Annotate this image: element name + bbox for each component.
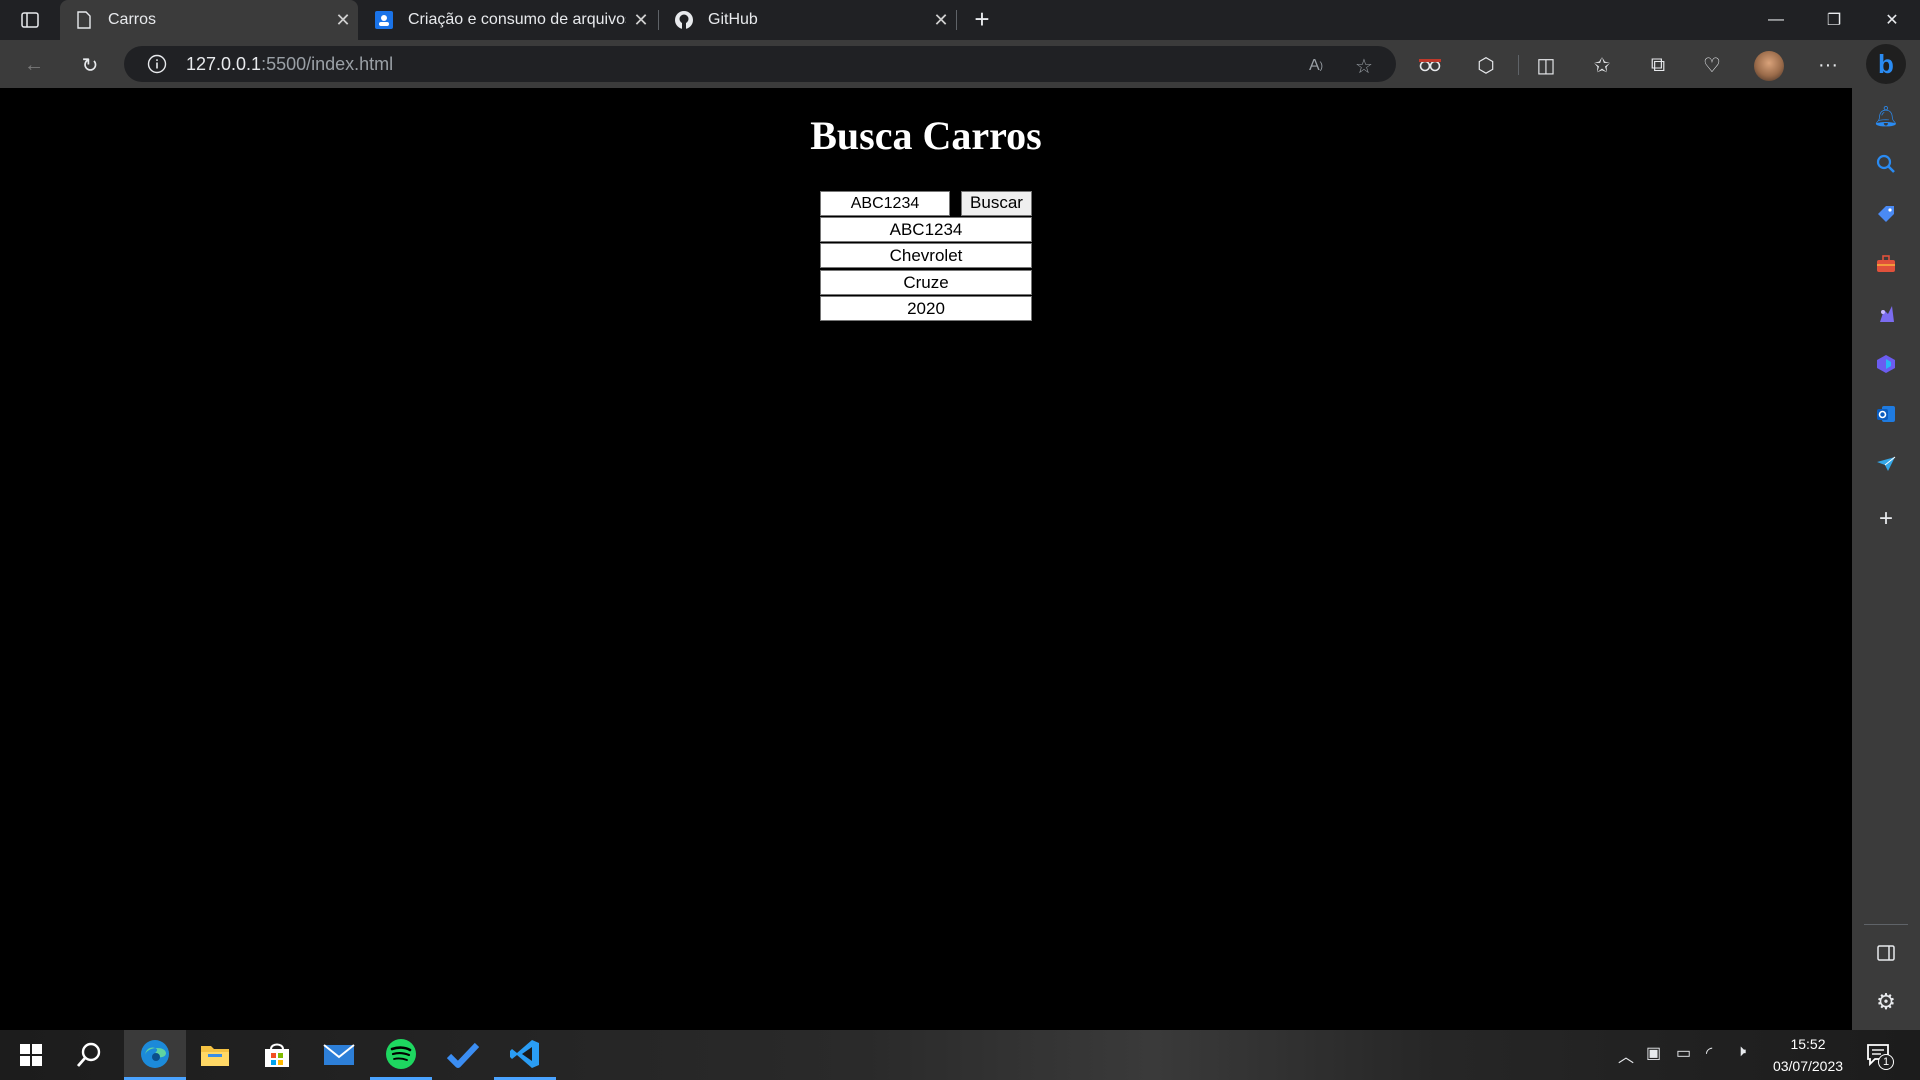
tab-label: Carros [108,11,157,28]
tools-briefcase-icon[interactable] [1870,248,1902,280]
plate-search-input[interactable]: ABC1234 [820,191,950,216]
sidebar-settings-gear-icon[interactable]: ⚙ [1870,986,1902,1018]
favorites-icon[interactable]: ✩ [1586,49,1618,81]
result-year: 2020 [820,296,1032,321]
split-screen-icon[interactable]: ◫ [1530,49,1562,81]
tab-github[interactable]: GitHub ✕ [660,0,956,40]
microsoft-365-icon[interactable] [1870,348,1902,380]
tab-label: GitHub [708,11,758,28]
start-windows-icon[interactable] [0,1030,62,1080]
notification-count-badge: 1 [1878,1054,1894,1070]
new-tab-button[interactable]: + [966,4,998,36]
toolbar-divider [1518,55,1519,75]
tab-label: Criação e consumo de arquivos J [408,11,626,28]
extension-glasses-icon[interactable] [1414,49,1446,81]
url-host: 127.0.0.1 [186,54,262,74]
tab-divider [956,10,957,30]
result-plate: ABC1234 [820,217,1032,242]
show-hidden-icons-chevron-icon[interactable]: ︿ [1618,1043,1634,1067]
close-window-button[interactable]: ✕ [1864,0,1920,40]
page-icon [74,10,94,30]
taskbar-edge-icon[interactable] [124,1030,186,1080]
refresh-icon[interactable]: ↻ [74,49,106,81]
extensions-icon[interactable]: ⬡ [1470,49,1502,81]
taskbar-store-icon[interactable] [246,1030,308,1080]
tab-divider [658,10,659,30]
notification-center-icon[interactable]: 1 [1866,1042,1894,1070]
github-icon [674,10,694,30]
close-tab-icon[interactable]: ✕ [328,10,358,31]
profile-avatar[interactable] [1754,51,1784,81]
taskbar-spotify-icon[interactable] [370,1030,432,1080]
browser-essentials-icon[interactable]: ♡ [1696,49,1728,81]
contacts-icon [374,10,394,30]
read-aloud-icon[interactable]: A) [1300,50,1332,82]
close-tab-icon[interactable]: ✕ [926,10,956,31]
taskbar-todo-check-icon[interactable] [432,1030,494,1080]
minimize-button[interactable]: — [1748,0,1804,40]
tab-carros[interactable]: Carros ✕ [60,0,358,40]
wifi-icon[interactable]: ◜ [1706,1043,1712,1063]
search-icon[interactable] [1870,148,1902,180]
tab-criacao[interactable]: Criação e consumo de arquivos J ✕ [360,0,656,40]
clock-date: 03/07/2023 [1772,1058,1844,1074]
battery-icon[interactable]: ▭ [1676,1043,1691,1063]
page-title: Busca Carros [810,113,1042,158]
taskbar-mail-icon[interactable] [308,1030,370,1080]
clock-time: 15:52 [1790,1036,1826,1052]
site-info-icon[interactable] [146,53,168,75]
tray-device-icon[interactable]: ▣ [1646,1043,1661,1063]
taskbar-clock[interactable]: 15:52 03/07/2023 [1768,1033,1848,1077]
back-icon[interactable]: ← [18,49,50,81]
tab-actions-icon[interactable] [16,8,44,32]
games-icon[interactable] [1870,298,1902,330]
url-path: :5500/index.html [261,54,394,74]
taskbar-file-explorer-icon[interactable] [184,1030,246,1080]
favorite-star-icon[interactable]: ☆ [1348,50,1380,82]
taskbar-vscode-icon[interactable] [494,1030,556,1080]
collections-icon[interactable]: ⧉ [1642,49,1674,81]
restore-button[interactable]: ❐ [1806,0,1862,40]
notifications-bell-icon[interactable]: 🔔︎ [1870,100,1902,132]
hide-sidebar-icon[interactable] [1870,937,1902,969]
more-options-icon[interactable]: ··· [1812,49,1844,81]
search-button[interactable]: Buscar [961,191,1032,216]
add-sidebar-app-icon[interactable]: + [1870,503,1902,535]
outlook-icon[interactable] [1870,398,1902,430]
taskbar-search-icon[interactable] [58,1030,120,1080]
drop-send-icon[interactable] [1870,448,1902,480]
close-tab-icon[interactable]: ✕ [626,10,656,31]
sidebar-divider [1864,924,1908,925]
result-brand: Chevrolet [820,243,1032,268]
bing-copilot-icon[interactable]: b [1866,44,1906,84]
result-model: Cruze [820,270,1032,295]
shopping-tag-icon[interactable] [1870,198,1902,230]
volume-muted-icon[interactable]: 🕨︎ [1736,1043,1746,1061]
url-text[interactable]: 127.0.0.1:5500/index.html [186,52,393,76]
